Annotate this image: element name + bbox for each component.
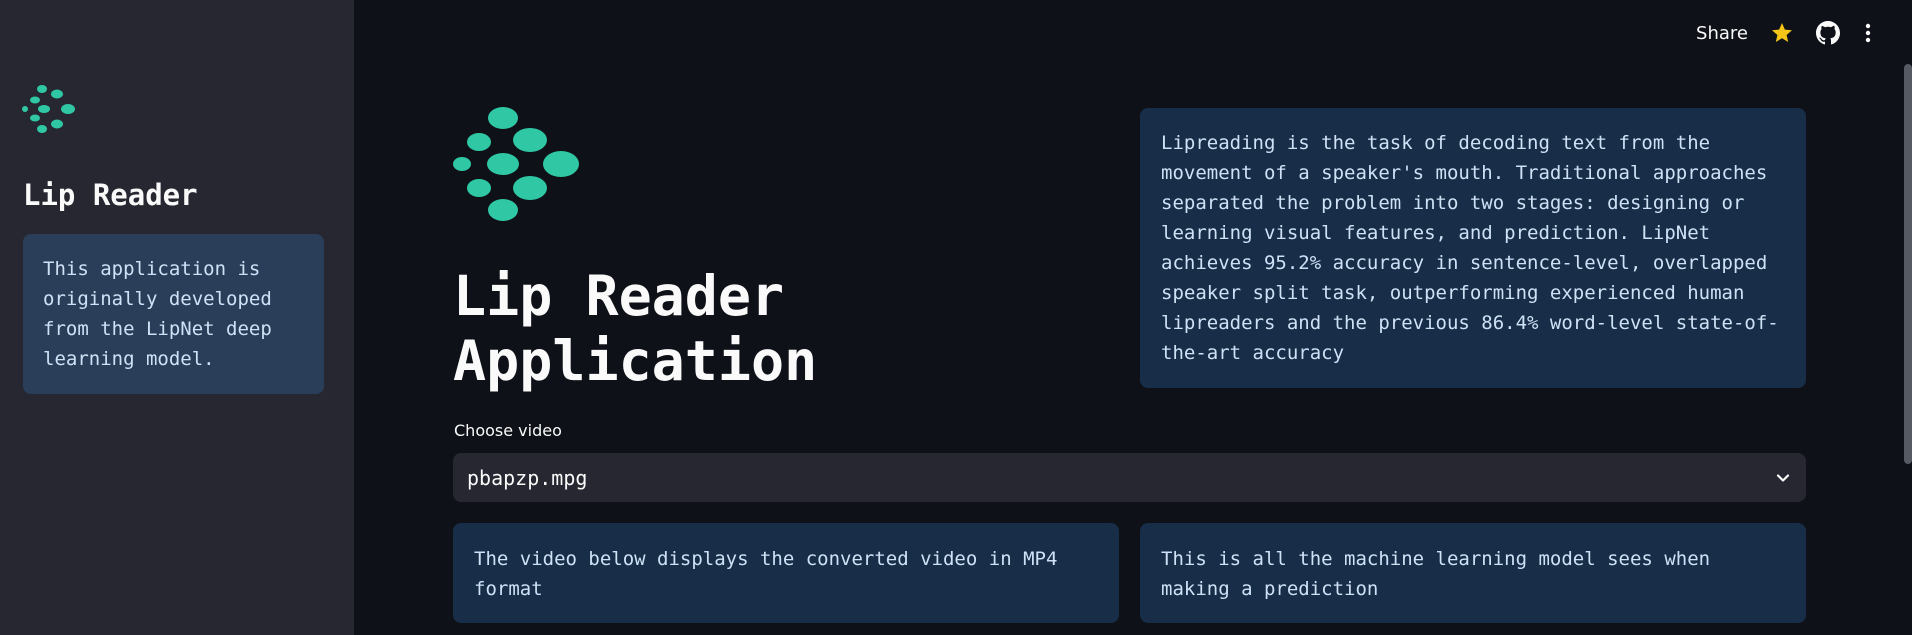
share-button[interactable]: Share: [1696, 23, 1748, 44]
scrollbar[interactable]: [1904, 64, 1912, 464]
page-title: Lip Reader Application: [453, 264, 818, 393]
app-root: Lip Reader This application is originall…: [0, 0, 1912, 635]
lipnet-logo-large-icon: [453, 107, 579, 221]
video-select[interactable]: pbapzp.mpg: [453, 453, 1806, 502]
mp4-video-info-box: The video below displays the converted v…: [453, 523, 1119, 623]
main-content: Share Lip Reader Application Lipreading …: [354, 0, 1912, 635]
chevron-down-icon: [1776, 473, 1790, 482]
model-view-info-box: This is all the machine learning model s…: [1140, 523, 1806, 623]
lipnet-logo-icon: [22, 85, 75, 133]
about-info-box: Lipreading is the task of decoding text …: [1140, 108, 1806, 388]
github-icon[interactable]: [1816, 21, 1840, 45]
sidebar: Lip Reader This application is originall…: [0, 0, 354, 635]
kebab-menu-icon[interactable]: [1862, 21, 1874, 45]
video-select-label: Choose video: [454, 421, 562, 440]
video-select-value: pbapzp.mpg: [467, 465, 588, 490]
top-toolbar: Share: [1696, 20, 1874, 46]
star-icon[interactable]: [1770, 21, 1794, 45]
sidebar-title: Lip Reader: [23, 178, 198, 212]
sidebar-info-box: This application is originally developed…: [23, 234, 324, 394]
